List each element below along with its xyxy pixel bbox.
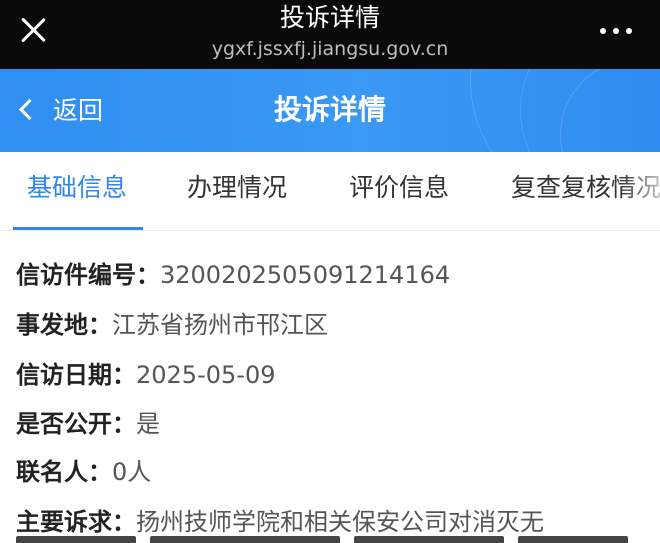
browser-page-title: 投诉详情 [279, 3, 380, 32]
browser-toolbar: 投诉详情 ygxf.jssxfj.jiangsu.gov.cn [0, 0, 660, 69]
app-header: 返回 投诉详情 [0, 69, 660, 152]
detail-value: 江苏省扬州市邗江区 [112, 311, 328, 339]
detail-row-date: 信访日期：2025-05-09 [16, 359, 644, 391]
page-title: 投诉详情 [273, 93, 386, 126]
detail-value: 扬州技师学院和相关保安公司对消灭无 [136, 508, 544, 536]
detail-value: 0人 [112, 458, 152, 486]
detail-value: 32002025050912141​64 [160, 261, 451, 289]
more-dots-icon[interactable] [600, 28, 634, 36]
tab-bar: 基础信息 办理情况 评价信息 复查复核情况 [0, 152, 660, 231]
detail-label: 联名人： [16, 458, 112, 486]
detail-panel: 信访件编号：32002025050912141​64 事发地：江苏省扬州市邗江区… [0, 231, 660, 543]
detail-row-public: 是否公开：是 [16, 408, 644, 440]
browser-url: ygxf.jssxfj.jiangsu.gov.cn [211, 38, 449, 60]
detail-value: 是 [136, 410, 160, 438]
detail-value: 2025-05-09 [136, 361, 276, 389]
detail-row-continuation [16, 534, 644, 543]
detail-label: 信访日期： [16, 361, 136, 389]
detail-label: 是否公开： [16, 410, 136, 438]
detail-label: 信访件编号： [16, 261, 160, 289]
detail-row-location: 事发地：江苏省扬州市邗江区 [16, 309, 644, 341]
tab-evaluation-info[interactable]: 评价信息 [349, 152, 449, 230]
detail-label: 事发地： [16, 311, 112, 339]
detail-label: 主要诉求： [16, 508, 136, 536]
detail-row-cosigners: 联名人：0人 [16, 456, 644, 488]
tab-handling-status[interactable]: 办理情况 [187, 152, 287, 230]
tab-basic-info[interactable]: 基础信息 [12, 152, 144, 230]
detail-row-case-number: 信访件编号：32002025050912141​64 [16, 259, 644, 291]
